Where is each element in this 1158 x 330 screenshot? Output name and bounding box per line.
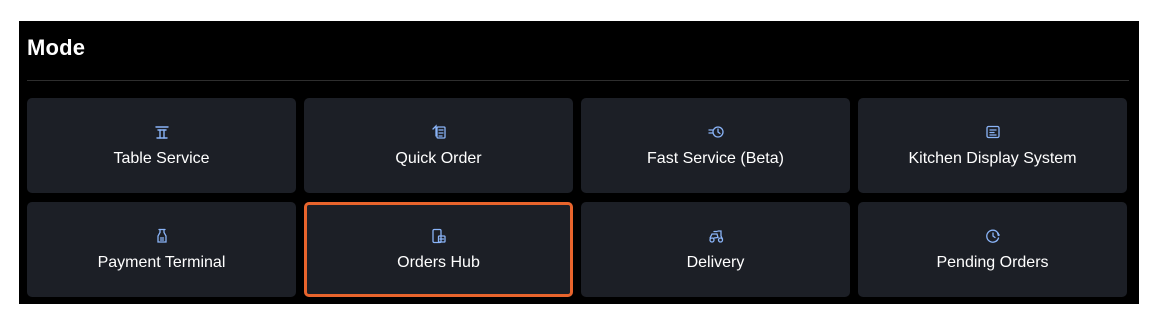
tile-pending-orders[interactable]: Pending Orders [858,202,1127,297]
tile-label: Payment Terminal [97,253,226,271]
tile-kitchen-display-system[interactable]: Kitchen Display System [858,98,1127,193]
kitchen-display-icon [985,125,1000,138]
tile-label: Delivery [686,253,745,271]
fast-service-icon [707,125,724,138]
tile-quick-order[interactable]: Quick Order [304,98,573,193]
orders-hub-icon [431,228,446,243]
mode-title: Mode [27,35,86,60]
tile-delivery[interactable]: Delivery [581,202,850,297]
divider [27,80,1129,81]
tile-label: Table Service [113,149,210,167]
mode-panel: Mode Table Service Quick Order Fast Serv… [19,21,1139,304]
tile-label: Pending Orders [936,253,1049,271]
delivery-icon [708,229,723,243]
tile-label: Kitchen Display System [908,149,1077,167]
tile-payment-terminal[interactable]: Payment Terminal [27,202,296,297]
tile-label: Orders Hub [397,253,480,271]
table-icon [154,125,169,139]
mode-grid: Table Service Quick Order Fast Service (… [27,98,1130,297]
payment-terminal-icon [156,228,167,243]
tile-label: Fast Service (Beta) [647,149,784,167]
quick-order-icon [431,123,446,139]
tile-label: Quick Order [395,149,482,167]
tile-orders-hub[interactable]: Orders Hub [304,202,573,297]
tile-fast-service[interactable]: Fast Service (Beta) [581,98,850,193]
pending-orders-icon [985,229,1000,243]
tile-table-service[interactable]: Table Service [27,98,296,193]
